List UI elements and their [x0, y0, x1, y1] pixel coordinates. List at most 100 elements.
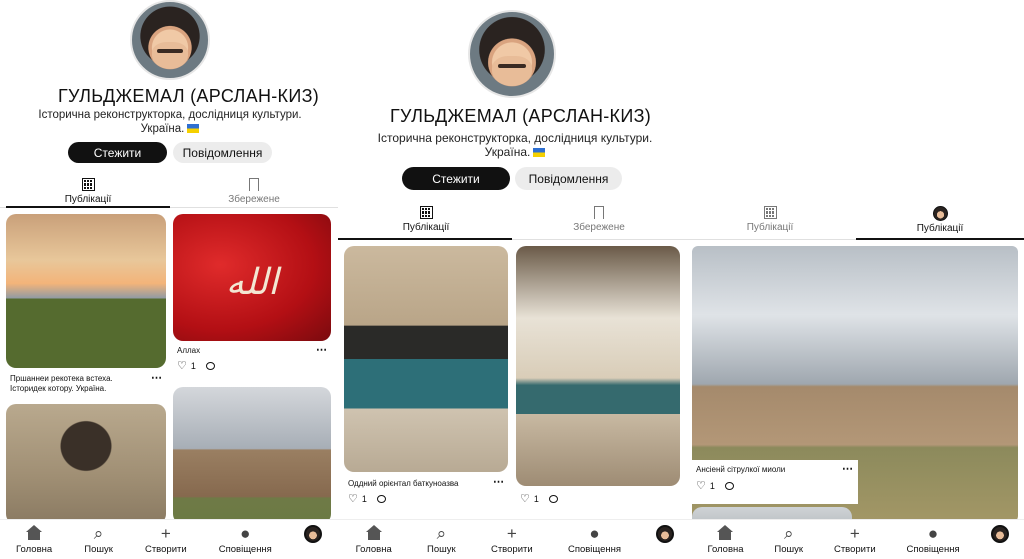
- nav-create[interactable]: + Створити: [490, 523, 533, 555]
- nav-home[interactable]: Головна: [16, 524, 53, 555]
- nav-search-label: Пошук: [774, 543, 804, 555]
- tab-saved[interactable]: Збережене: [551, 206, 647, 233]
- comment-icon[interactable]: [205, 361, 215, 370]
- nav-profile[interactable]: [656, 525, 675, 554]
- profile-bio: Історична реконструкторка, дослідниця ку…: [20, 108, 320, 136]
- nav-notifications[interactable]: ● Сповіщення: [567, 524, 622, 555]
- nav-search[interactable]: ⌕ Пошук: [84, 523, 113, 555]
- profile-screen-3: Публікації Публікації Ансіенй сітрулкої …: [692, 0, 1024, 559]
- more-dots-icon[interactable]: ⋯: [842, 462, 854, 475]
- message-button[interactable]: Повідомлення: [515, 167, 622, 190]
- bottom-nav: Головна ⌕ Пошук + Створити ● Сповіщення: [338, 519, 692, 559]
- like-count: 1: [190, 360, 196, 371]
- tab-active-indicator: [338, 238, 512, 240]
- tab-posts-label: Публікації: [916, 223, 964, 234]
- home-icon: [717, 524, 734, 540]
- nav-profile[interactable]: [990, 525, 1009, 554]
- nav-home[interactable]: Головна: [707, 524, 744, 555]
- nav-notifications-label: Сповіщення: [567, 543, 622, 555]
- nav-home-label: Головна: [707, 543, 744, 555]
- bio-country: Україна.: [484, 145, 531, 159]
- comment-icon[interactable]: [724, 481, 734, 490]
- heart-icon[interactable]: ♡: [696, 479, 706, 492]
- grid-icon: [763, 206, 777, 219]
- post-image-stone-arch[interactable]: [6, 404, 166, 524]
- profile-avatar[interactable]: [130, 0, 210, 80]
- tab-posts-profile[interactable]: Публікації: [892, 206, 988, 234]
- nav-search-label: Пошук: [84, 543, 113, 555]
- plus-icon: +: [849, 523, 860, 543]
- tab-active-indicator: [856, 238, 1024, 240]
- tab-posts-grid[interactable]: Публікації: [722, 206, 818, 233]
- tab-active-indicator: [6, 206, 170, 208]
- nav-home[interactable]: Головна: [355, 524, 392, 555]
- comment-icon[interactable]: [548, 494, 558, 503]
- tab-posts[interactable]: Публікації: [40, 178, 136, 205]
- nav-search[interactable]: ⌕ Пошук: [774, 523, 804, 555]
- post-engagement: ♡ 1: [696, 479, 734, 492]
- profile-bio: Історична реконструкторка, дослідниця ку…: [365, 131, 665, 159]
- nav-profile[interactable]: [303, 525, 322, 554]
- post-caption: Пршаннеи рекотека встеха. Історидек кото…: [10, 374, 113, 393]
- more-dots-icon[interactable]: ⋯: [316, 343, 328, 356]
- bio-line-2: Україна.: [20, 122, 320, 136]
- nav-home-label: Головна: [355, 543, 392, 555]
- nav-home-label: Головна: [16, 543, 53, 555]
- nav-notifications[interactable]: ● Сповіщення: [906, 523, 960, 555]
- profile-name: ГУЛЬДЖЕМАЛ (АРСЛАН-КИЗ): [390, 106, 652, 126]
- nav-create[interactable]: + Створити: [145, 523, 187, 555]
- nav-search[interactable]: ⌕ Пошук: [427, 523, 456, 555]
- tab-posts-label: Публікації: [64, 194, 112, 205]
- heart-icon[interactable]: ♡: [348, 492, 358, 505]
- plus-icon: +: [506, 523, 517, 543]
- nav-notifications[interactable]: ● Сповіщення: [218, 523, 272, 555]
- post-image-horse-castle[interactable]: [6, 214, 166, 368]
- profile-avatar-icon: [303, 525, 322, 543]
- post-image-domed-interior[interactable]: [516, 246, 680, 486]
- comment-icon[interactable]: [376, 494, 386, 503]
- post-image-red-calligraphy[interactable]: الله: [173, 214, 331, 341]
- post-caption: Ансіенй сітрулкої миоли: [696, 465, 786, 474]
- search-icon: ⌕: [436, 523, 447, 543]
- bio-line-1: Історична реконструкторка, дослідниця ку…: [377, 131, 653, 145]
- heart-icon[interactable]: ♡: [177, 359, 187, 372]
- like-count: 1: [361, 493, 367, 504]
- follow-button[interactable]: Стежити: [68, 142, 167, 163]
- search-icon: ⌕: [783, 523, 794, 543]
- plus-icon: +: [160, 523, 171, 543]
- profile-avatar-icon: [656, 525, 675, 543]
- nav-notifications-label: Сповіщення: [906, 543, 960, 555]
- grid-icon: [81, 178, 95, 191]
- message-button[interactable]: Повідомлення: [173, 142, 272, 163]
- post-engagement: ♡ 1: [348, 492, 386, 505]
- calligraphy-image-text: الله: [225, 262, 279, 304]
- ukraine-flag-icon: [187, 124, 200, 133]
- nav-search-label: Пошук: [427, 543, 456, 555]
- nav-create-label: Створити: [490, 543, 533, 555]
- more-dots-icon[interactable]: ⋯: [151, 371, 163, 384]
- bookmark-icon: [594, 206, 604, 223]
- home-icon: [365, 524, 382, 540]
- post-image-blue-tiled-arch[interactable]: [344, 246, 508, 472]
- post-image-fortress-ruins[interactable]: [173, 387, 331, 524]
- nav-create-label: Створити: [833, 543, 876, 555]
- more-dots-icon[interactable]: ⋯: [493, 475, 505, 488]
- bookmark-icon: [249, 178, 259, 195]
- search-icon: ⌕: [93, 523, 104, 543]
- bio-line-1: Історична реконструкторка, дослідниця ку…: [38, 109, 302, 121]
- nav-notifications-label: Сповіщення: [218, 543, 272, 555]
- bio-country: Україна.: [140, 123, 185, 135]
- chat-bubble-icon: ●: [240, 523, 251, 543]
- chat-bubble-icon: ●: [927, 523, 939, 543]
- tab-saved[interactable]: Збережене: [206, 178, 302, 205]
- tab-posts-label: Публікації: [402, 222, 450, 233]
- profile-avatar-icon: [990, 525, 1009, 543]
- tab-saved-label: Збережене: [573, 222, 625, 233]
- tab-posts[interactable]: Публікації: [378, 206, 474, 233]
- nav-create[interactable]: + Створити: [833, 523, 876, 555]
- profile-avatar[interactable]: [468, 10, 556, 98]
- follow-button[interactable]: Стежити: [402, 167, 510, 190]
- ukraine-flag-icon: [533, 148, 546, 157]
- post-caption: Аллах: [177, 346, 201, 355]
- heart-icon[interactable]: ♡: [520, 492, 530, 505]
